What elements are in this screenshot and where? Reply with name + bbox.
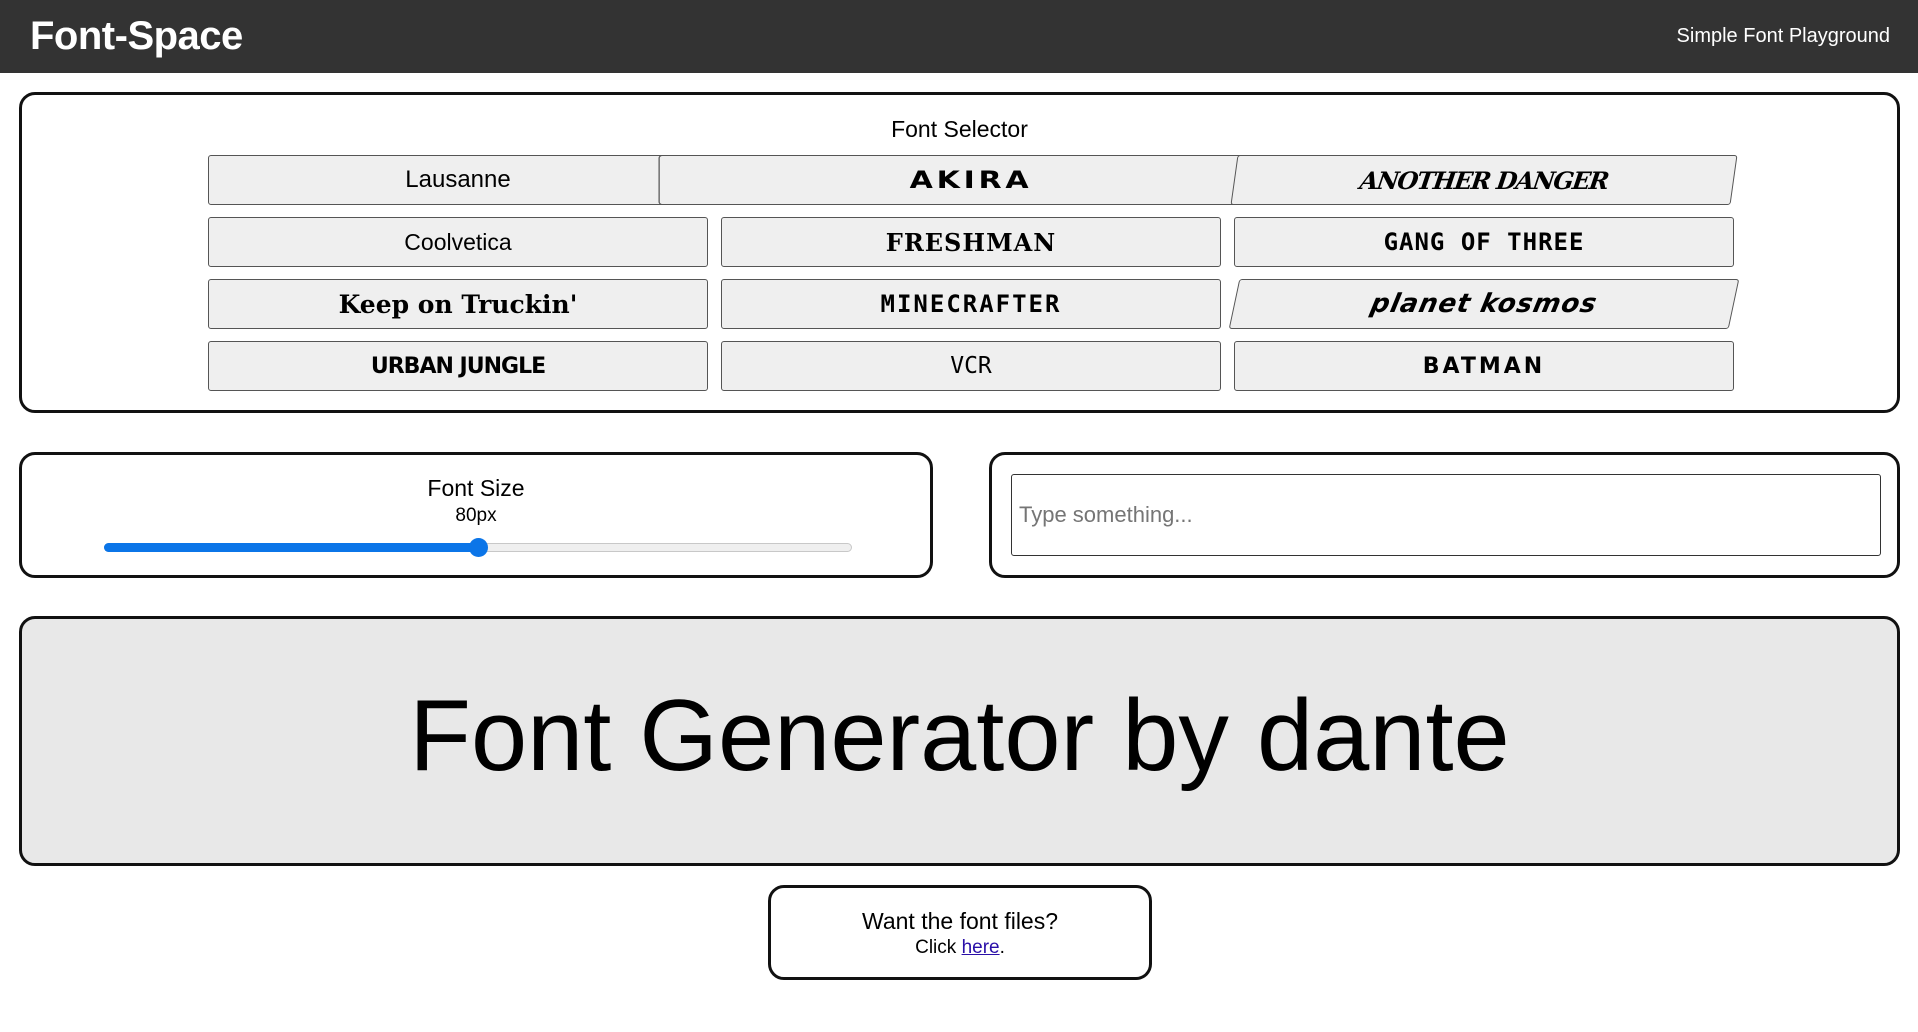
font-files-prefix: Click xyxy=(915,937,962,958)
font-size-value: 80px xyxy=(455,505,497,526)
font-button-lausanne[interactable]: Lausanne xyxy=(208,155,708,205)
brand-title: Font-Space xyxy=(30,14,243,58)
font-button-minecrafter[interactable]: MINECRAFTER xyxy=(721,279,1221,329)
font-button-another-danger[interactable]: ANOTHER DANGER xyxy=(1230,155,1738,205)
font-files-link[interactable]: here xyxy=(962,937,1000,958)
font-button-gang-of-three[interactable]: GANG OF THREE xyxy=(1234,217,1734,267)
font-button-vcr[interactable]: VCR xyxy=(721,341,1221,391)
font-files-suffix: . xyxy=(999,937,1005,958)
preview-panel: Font Generator by dante xyxy=(19,616,1900,866)
tagline: Simple Font Playground xyxy=(1676,25,1890,47)
font-button-grid: Lausanne AKIRA ANOTHER DANGER Coolvetica… xyxy=(208,155,1740,391)
font-button-planet-kosmos[interactable]: planet kosmos xyxy=(1228,279,1740,329)
font-button-urban-jungle[interactable]: URBAN JUNGLE xyxy=(208,341,708,391)
preview-text: Font Generator by dante xyxy=(409,679,1510,792)
font-button-akira[interactable]: AKIRA xyxy=(658,155,1284,205)
font-files-title: Want the font files? xyxy=(861,908,1059,934)
font-button-coolvetica[interactable]: Coolvetica xyxy=(208,217,708,267)
font-selector-panel: Font Selector Lausanne AKIRA ANOTHER DAN… xyxy=(19,92,1900,413)
font-button-batman[interactable]: BATMAN xyxy=(1234,341,1734,391)
slider-fill xyxy=(104,543,478,552)
slider-thumb[interactable] xyxy=(469,538,488,557)
text-input[interactable] xyxy=(1011,474,1881,556)
font-button-freshman[interactable]: FRESHMAN xyxy=(721,217,1221,267)
font-files-line: Click here. xyxy=(771,937,1149,959)
text-input-panel xyxy=(989,452,1900,578)
font-button-keep-on-truckin[interactable]: Keep on Truckin' xyxy=(208,279,708,329)
font-selector-title: Font Selector xyxy=(891,116,1028,142)
font-size-panel: Font Size 80px xyxy=(19,452,933,578)
font-size-slider[interactable] xyxy=(104,538,852,557)
font-files-panel: Want the font files? Click here. xyxy=(768,885,1152,980)
font-size-title: Font Size xyxy=(427,475,525,501)
top-bar: Font-Space Simple Font Playground xyxy=(0,0,1918,73)
